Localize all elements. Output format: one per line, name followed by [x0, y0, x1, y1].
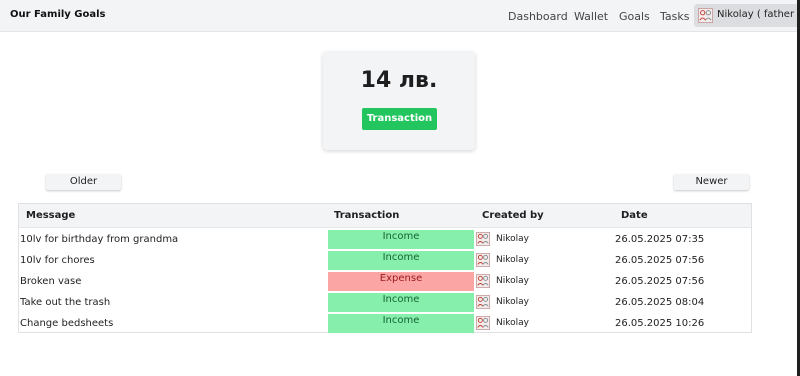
row-date: 26.05.2025 07:56	[615, 276, 705, 287]
transaction-type-badge: Income	[328, 293, 474, 312]
app-window: Our Family Goals Dashboard Wallet Goals …	[0, 0, 797, 376]
table-header: Message Transaction Created by Date	[19, 204, 751, 228]
header-transaction: Transaction	[334, 210, 400, 221]
nav-dashboard[interactable]: Dashboard	[508, 10, 568, 23]
family-avatar-icon	[476, 253, 490, 267]
table-row: 10lv for chores Income Nikolay 26.05.2025 0…	[19, 250, 751, 271]
transaction-type-badge: Income	[328, 251, 474, 270]
header-date: Date	[621, 210, 648, 221]
table-row: 10lv for birthday from grandma Income Niko…	[19, 229, 751, 250]
row-created-by: Nikolay	[496, 234, 529, 244]
transaction-type-badge: Income	[328, 314, 474, 333]
row-message: Take out the trash	[20, 297, 111, 308]
header-created-by: Created by	[482, 210, 544, 221]
row-date: 26.05.2025 08:04	[615, 297, 705, 308]
family-avatar-icon	[476, 295, 490, 309]
family-avatar-icon	[476, 274, 490, 288]
table-row: Change bedsheets Income Nikolay 26.05.2025 …	[19, 313, 751, 334]
user-menu[interactable]: Nikolay ( father )	[694, 4, 797, 27]
table-row: Broken vase Expense Nikolay 26.05.2025 07:5…	[19, 271, 751, 292]
row-message: Change bedsheets	[20, 318, 114, 329]
navbar: Our Family Goals Dashboard Wallet Goals …	[0, 0, 797, 32]
brand-title[interactable]: Our Family Goals	[10, 9, 106, 20]
row-date: 26.05.2025 07:35	[615, 234, 705, 245]
transaction-type-badge: Expense	[328, 272, 474, 291]
family-avatar-icon	[476, 316, 490, 330]
family-avatar-icon	[476, 232, 490, 246]
nav-tasks[interactable]: Tasks	[660, 10, 689, 23]
row-message: Broken vase	[20, 276, 82, 287]
nav-goals[interactable]: Goals	[619, 10, 650, 23]
transaction-button[interactable]: Transaction	[362, 108, 437, 130]
table-row: Take out the trash Income Nikolay 26.05.202…	[19, 292, 751, 313]
wallet-balance: 14 лв.	[360, 68, 438, 93]
newer-button[interactable]: Newer	[674, 174, 749, 190]
header-message: Message	[26, 210, 76, 221]
family-avatar-icon	[698, 8, 713, 23]
row-date: 26.05.2025 07:56	[615, 255, 705, 266]
row-created-by: Nikolay	[496, 276, 529, 286]
nav-wallet[interactable]: Wallet	[574, 10, 608, 23]
row-created-by: Nikolay	[496, 297, 529, 307]
row-message: 10lv for chores	[20, 255, 95, 266]
balance-card: 14 лв. Transaction	[323, 52, 475, 150]
older-button[interactable]: Older	[46, 174, 121, 190]
row-created-by: Nikolay	[496, 255, 529, 265]
row-created-by: Nikolay	[496, 318, 529, 328]
row-date: 26.05.2025 10:26	[615, 318, 705, 329]
user-name: Nikolay ( father )	[717, 9, 797, 20]
transaction-type-badge: Income	[328, 230, 474, 249]
transactions-table: Message Transaction Created by Date 10lv…	[18, 203, 752, 333]
row-message: 10lv for birthday from grandma	[20, 234, 179, 245]
